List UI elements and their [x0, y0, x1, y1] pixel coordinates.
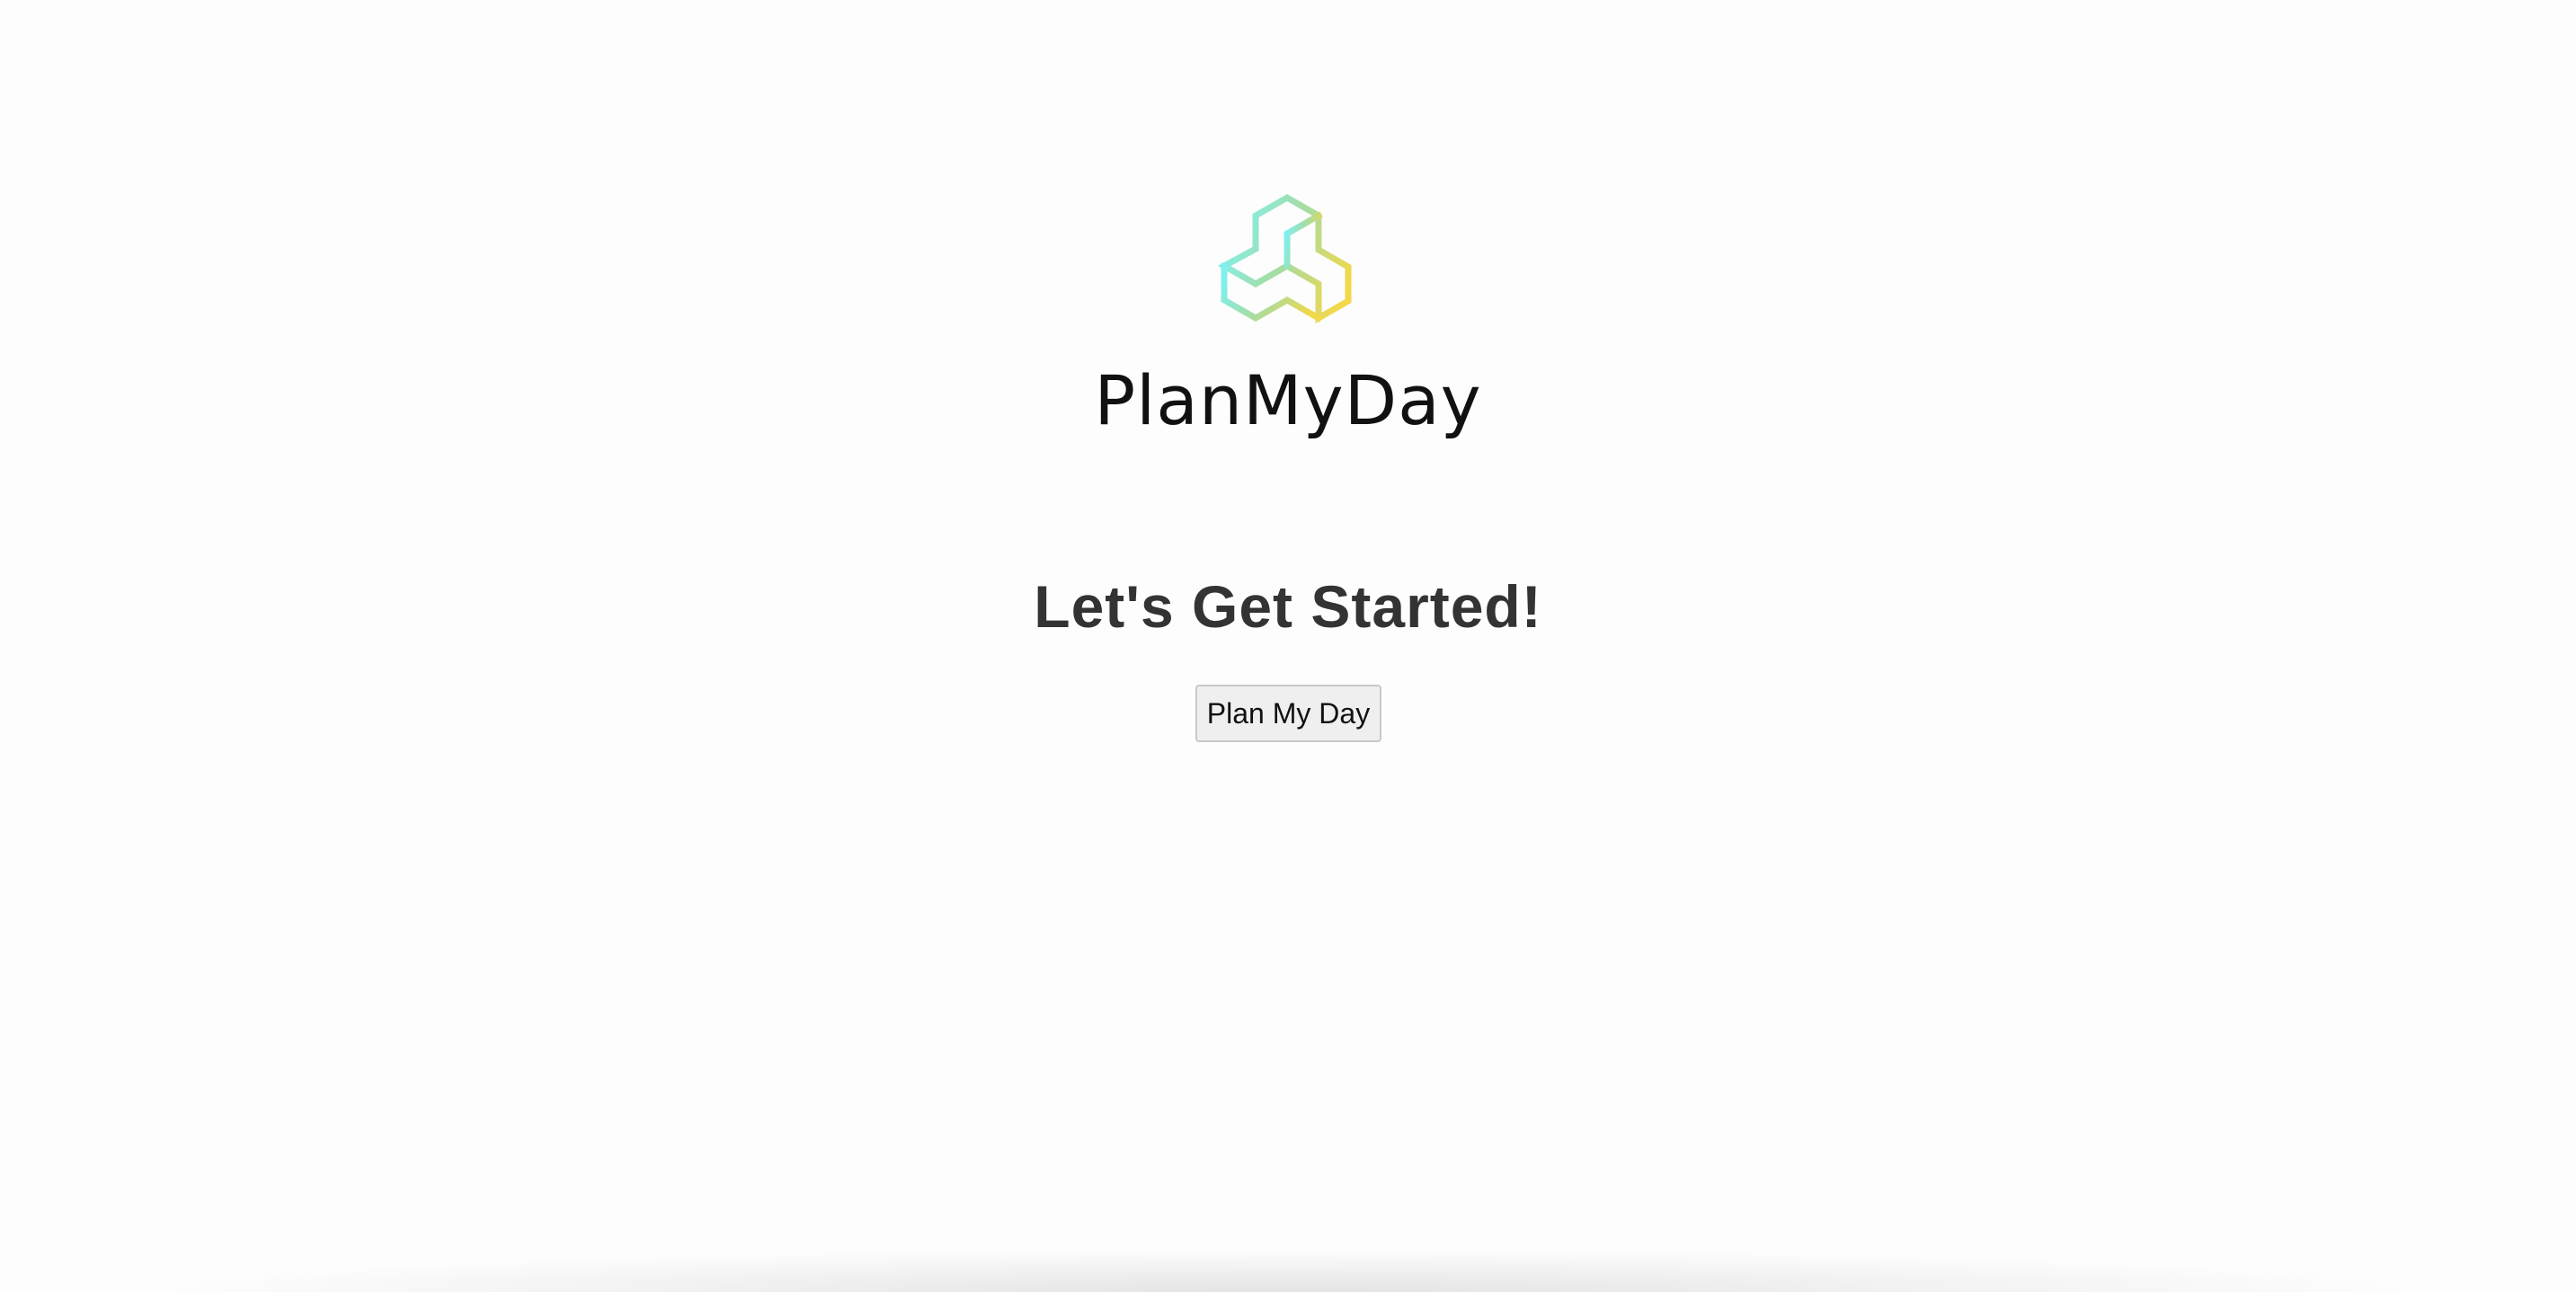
plan-my-day-button[interactable]: Plan My Day	[1195, 685, 1381, 742]
logo	[1206, 189, 1368, 350]
brand-name: PlanMyDay	[1094, 360, 1482, 440]
landing-page: PlanMyDay Let's Get Started! Plan My Day	[0, 0, 2576, 1292]
bottom-shadow	[0, 1238, 2576, 1292]
page-title: Let's Get Started!	[1034, 573, 1542, 640]
hexagon-cluster-logo-icon	[1217, 193, 1352, 324]
